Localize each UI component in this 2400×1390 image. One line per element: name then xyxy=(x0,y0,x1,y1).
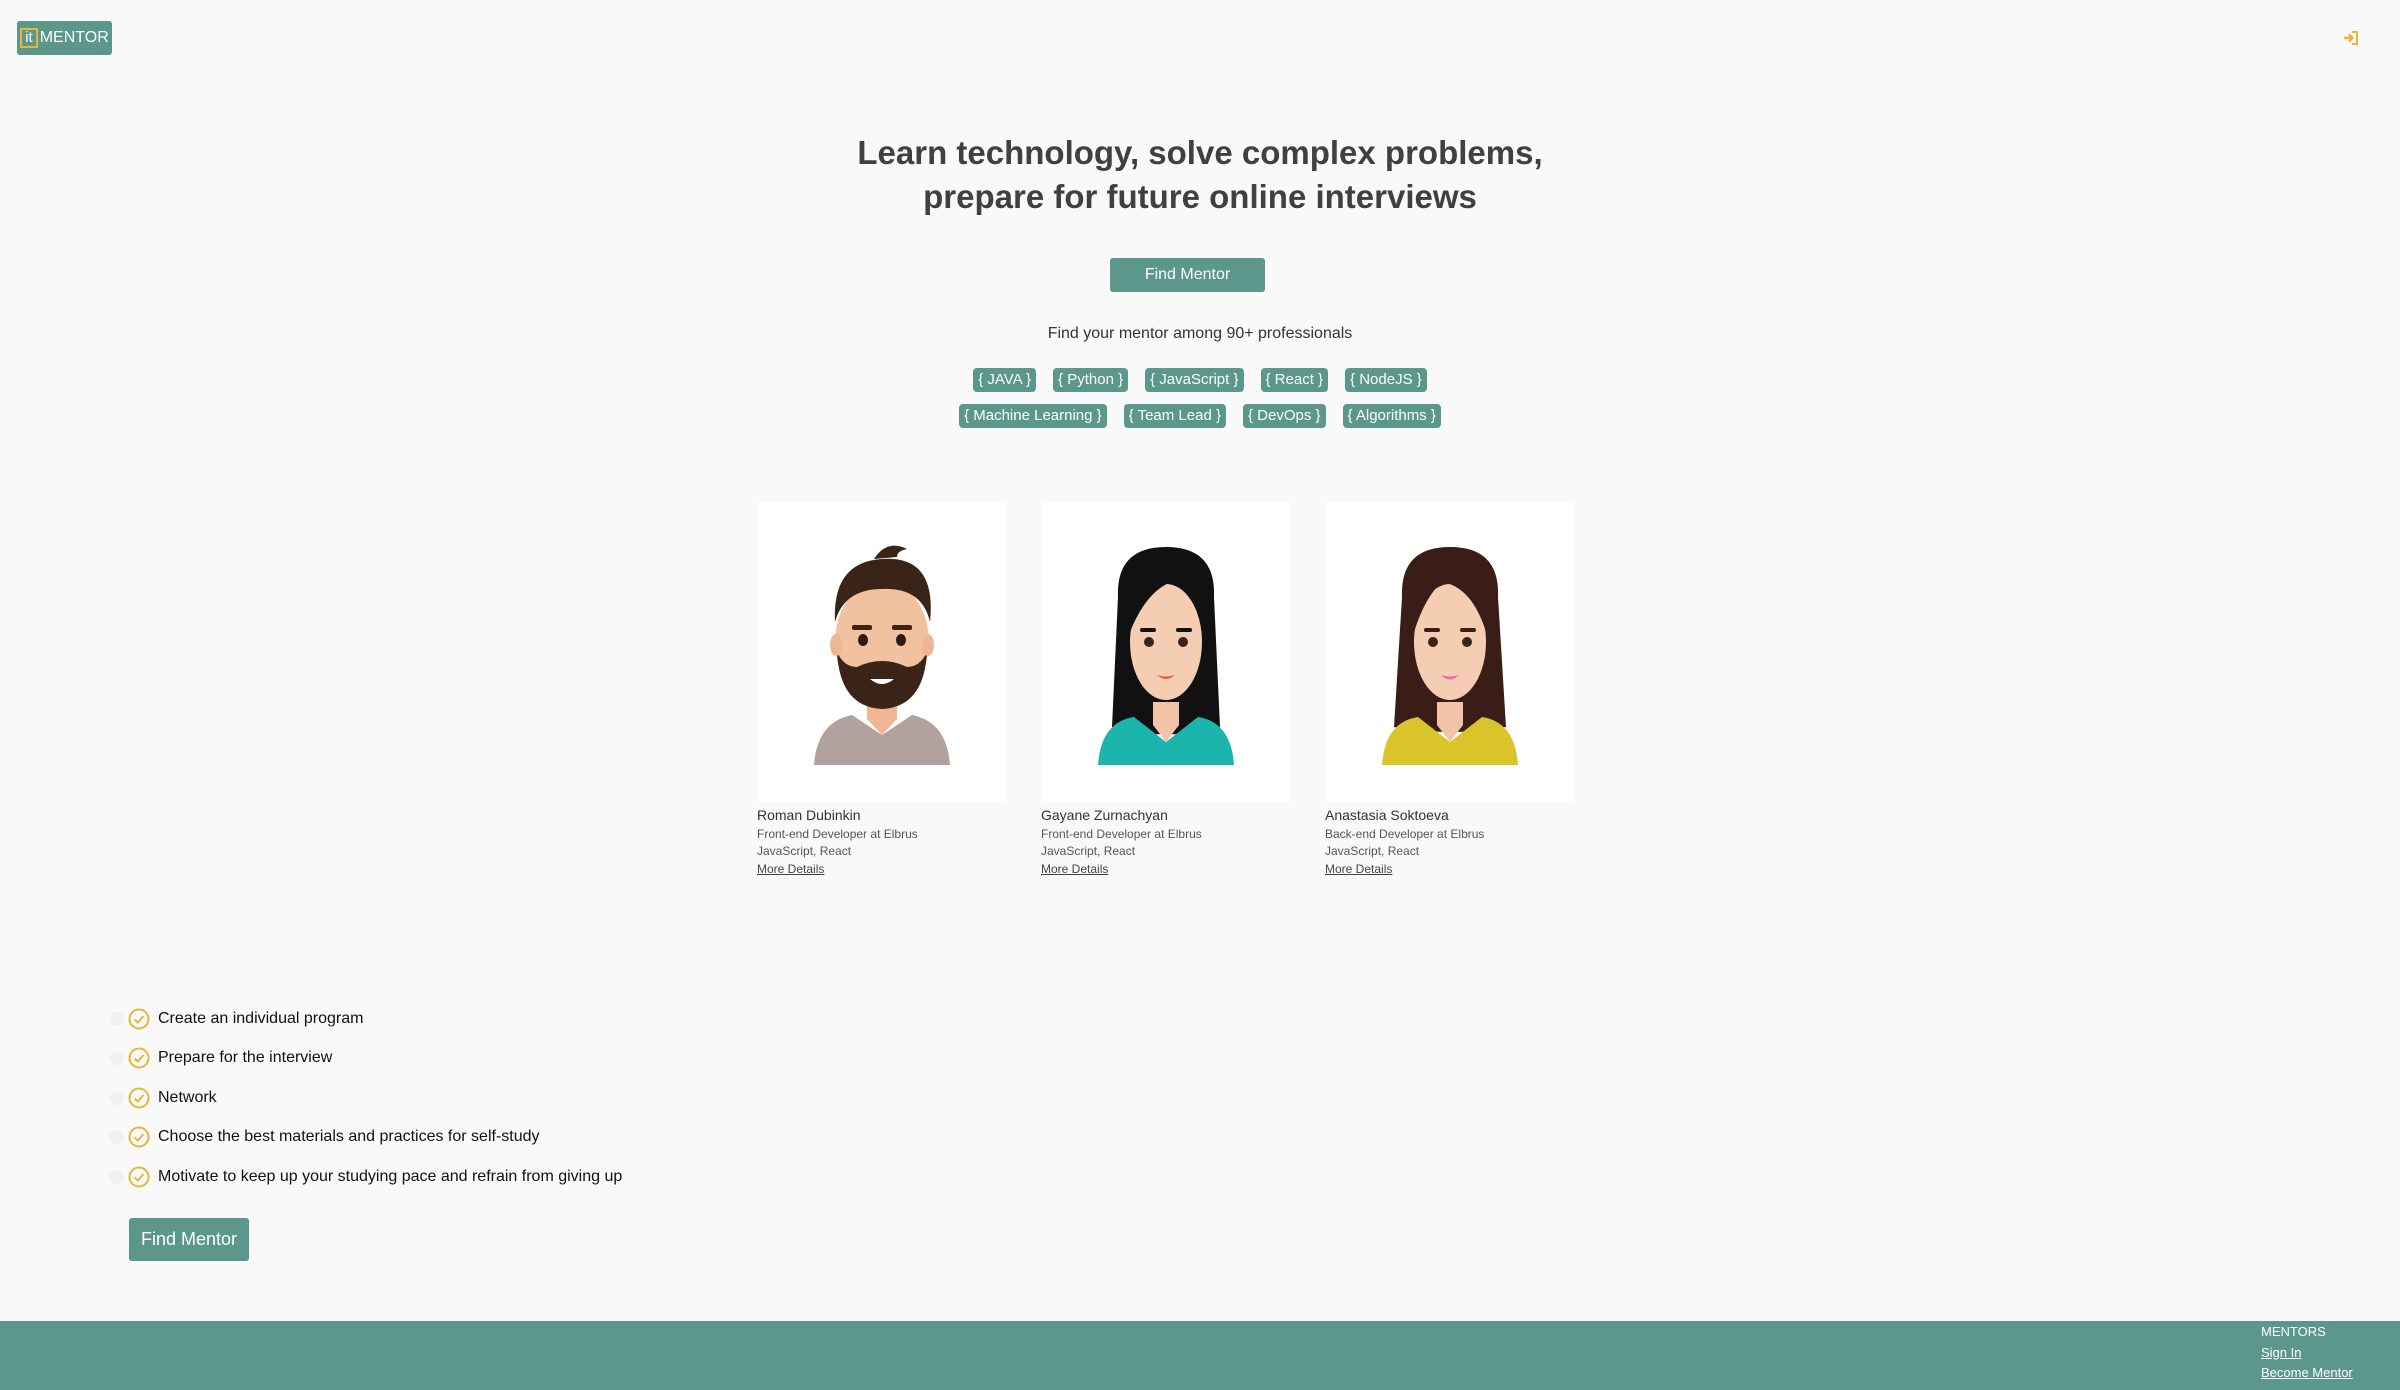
bullet-dot xyxy=(110,1051,124,1066)
benefits-list: Create an individual program Prepare for… xyxy=(110,999,622,1197)
bullet-dot xyxy=(110,1130,124,1145)
footer-sign-in-link[interactable]: Sign In xyxy=(2261,1343,2353,1364)
mentor-avatar xyxy=(757,501,1007,803)
more-details-link[interactable]: More Details xyxy=(757,861,824,878)
footer xyxy=(0,1321,2400,1390)
check-circle-icon xyxy=(128,1126,150,1148)
check-circle-icon xyxy=(128,1047,150,1069)
mentor-role: Front-end Developer at Elbrus xyxy=(757,827,918,841)
tag-python[interactable]: { Python } xyxy=(1053,368,1129,392)
benefit-text: Choose the best materials and practices … xyxy=(158,1128,540,1146)
tag-java[interactable]: { JAVA } xyxy=(973,368,1037,392)
mentor-name: Anastasia Soktoeva xyxy=(1325,807,1449,823)
check-circle-icon xyxy=(128,1087,150,1109)
bullet-dot xyxy=(110,1169,124,1184)
mentor-name: Roman Dubinkin xyxy=(757,807,861,823)
tag-javascript[interactable]: { JavaScript } xyxy=(1145,368,1244,392)
sign-in-icon[interactable] xyxy=(2342,29,2360,47)
benefit-item: Motivate to keep up your studying pace a… xyxy=(110,1157,622,1197)
bullet-dot xyxy=(110,1090,124,1105)
benefit-text: Network xyxy=(158,1088,217,1106)
find-mentor-button[interactable]: Find Mentor xyxy=(1110,258,1265,292)
hero-title: Learn technology, solve complex problems… xyxy=(0,131,2400,219)
hero-title-line-2: prepare for future online interviews xyxy=(923,178,1477,215)
mentor-avatar xyxy=(1325,501,1575,803)
tag-team-lead[interactable]: { Team Lead } xyxy=(1123,404,1226,428)
mentor-skills: JavaScript, React xyxy=(1041,844,1136,858)
bearded-man-avatar xyxy=(814,545,950,765)
benefit-item: Network xyxy=(110,1078,622,1118)
professionals-count-text: Find your mentor among 90+ professionals xyxy=(1047,325,1353,342)
mentor-role: Back-end Developer at Elbrus xyxy=(1325,827,1485,841)
logo[interactable]: it MENTOR xyxy=(17,21,112,55)
mentor-name: Gayane Zurnachyan xyxy=(1041,807,1168,823)
mentor-card-anastasia: Anastasia Soktoeva Back-end Developer at… xyxy=(1325,501,1575,878)
logo-text: MENTOR xyxy=(39,29,109,46)
benefit-item: Prepare for the interview xyxy=(110,1039,622,1079)
tag-devops[interactable]: { DevOps } xyxy=(1242,404,1326,428)
tag-machine-learning[interactable]: { Machine Learning } xyxy=(959,404,1107,428)
logo-it: it xyxy=(20,28,38,48)
benefit-item: Choose the best materials and practices … xyxy=(110,1118,622,1158)
more-details-link[interactable]: More Details xyxy=(1325,861,1392,878)
woman-avatar xyxy=(1382,547,1518,765)
more-details-link[interactable]: More Details xyxy=(1041,861,1108,878)
mentor-card-roman: Roman Dubinkin Front-end Developer at El… xyxy=(757,501,1007,878)
woman-avatar xyxy=(1098,547,1234,765)
tag-react[interactable]: { React } xyxy=(1260,368,1329,392)
mentor-avatar xyxy=(1041,501,1291,803)
footer-heading: MENTORS xyxy=(2261,1324,2326,1339)
benefit-text: Motivate to keep up your studying pace a… xyxy=(158,1167,623,1185)
mentor-skills: JavaScript, React xyxy=(1325,844,1420,858)
tag-nodejs[interactable]: { NodeJS } xyxy=(1345,368,1427,392)
tech-tags-row-1: { JAVA } { Python } { JavaScript } { Rea… xyxy=(0,368,2400,392)
check-circle-icon xyxy=(128,1008,150,1030)
check-circle-icon xyxy=(128,1166,150,1188)
mentor-role: Front-end Developer at Elbrus xyxy=(1041,827,1202,841)
find-mentor-bottom-button[interactable]: Find Mentor xyxy=(129,1218,249,1261)
benefit-text: Prepare for the interview xyxy=(158,1049,333,1067)
footer-become-mentor-link[interactable]: Become Mentor xyxy=(2261,1363,2353,1384)
benefit-item: Create an individual program xyxy=(110,999,622,1039)
benefit-text: Create an individual program xyxy=(158,1009,364,1027)
mentor-card-gayane: Gayane Zurnachyan Front-end Developer at… xyxy=(1041,501,1291,878)
footer-links: MENTORS Sign In Become Mentor xyxy=(2261,1322,2353,1384)
mentor-skills: JavaScript, React xyxy=(757,844,852,858)
bullet-dot xyxy=(110,1011,124,1026)
hero-title-line-1: Learn technology, solve complex problems… xyxy=(857,134,1543,171)
tag-algorithms[interactable]: { Algorithms } xyxy=(1342,404,1441,428)
tech-tags-row-2: { Machine Learning } { Team Lead } { Dev… xyxy=(0,404,2400,428)
